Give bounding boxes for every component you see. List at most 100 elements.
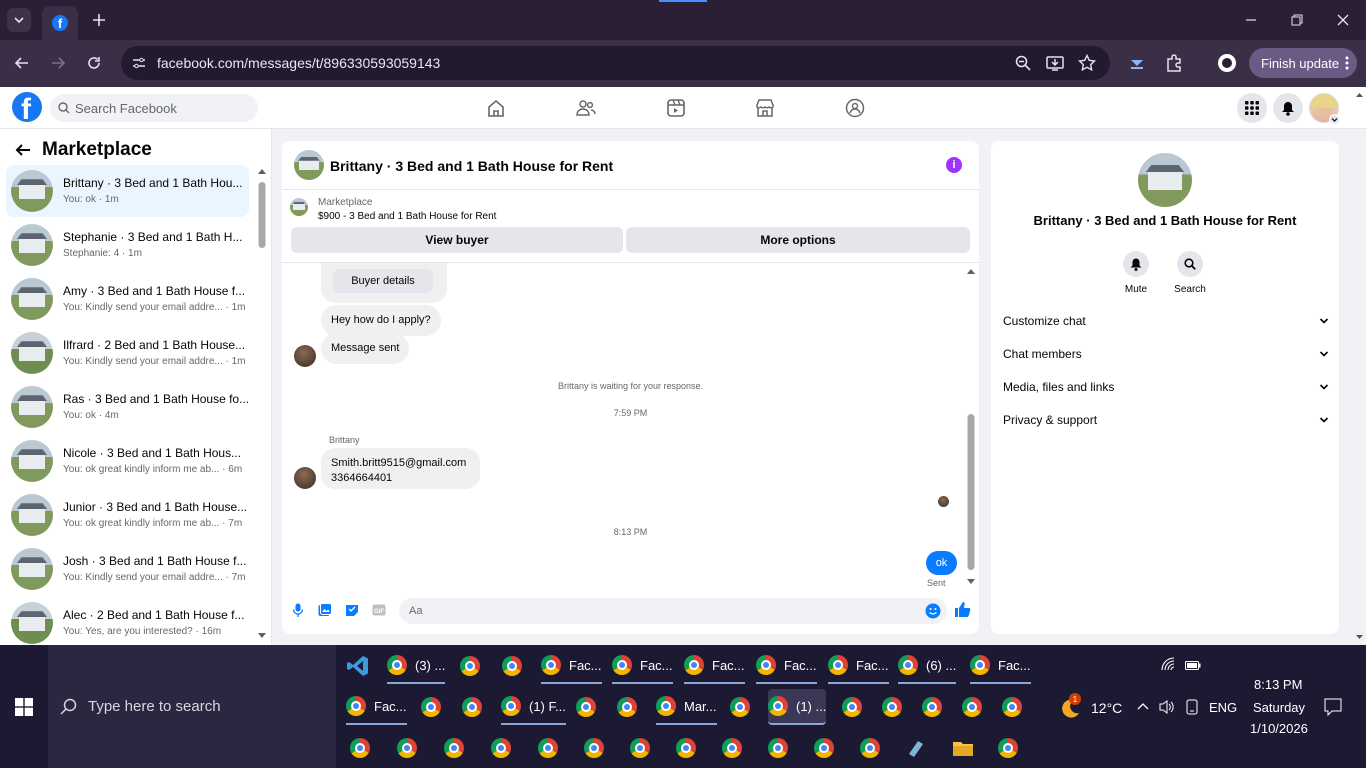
taskbar-chrome-window[interactable] [502, 648, 522, 684]
taskbar-chrome-window[interactable]: Fac... [684, 648, 745, 684]
install-app-icon[interactable] [1046, 54, 1064, 72]
file-explorer-taskbar-button[interactable] [952, 730, 974, 766]
clock-time[interactable]: 8:13 PM [1254, 677, 1302, 692]
clock-day[interactable]: Saturday [1253, 700, 1305, 715]
account-chevron-icon[interactable] [1329, 114, 1340, 125]
sticker-icon[interactable] [345, 603, 359, 617]
section-media-files-links[interactable]: Media, files and links [1003, 375, 1329, 399]
taskbar-search-box[interactable]: Type here to search [48, 645, 336, 768]
taskbar-chrome-window[interactable]: Fac... [346, 689, 407, 725]
taskbar-chrome-window[interactable] [922, 689, 942, 725]
show-hidden-icons-button[interactable] [1137, 701, 1149, 713]
minimize-button[interactable] [1236, 8, 1266, 32]
search-conversation-button[interactable] [1177, 251, 1203, 277]
taskbar-chrome-window[interactable] [444, 730, 464, 766]
conversation-item-stephanie[interactable]: Stephanie · 3 Bed and 1 Bath H... Stepha… [6, 219, 249, 271]
taskbar-chrome-window[interactable]: Fac... [541, 648, 602, 684]
facebook-search-input[interactable]: Search Facebook [50, 94, 258, 122]
sidebar-scrollbar[interactable] [257, 168, 267, 640]
clock-date[interactable]: 1/10/2026 [1250, 721, 1308, 736]
groups-icon[interactable] [845, 98, 865, 118]
task-manager-taskbar-button[interactable] [906, 730, 926, 766]
like-thumb-icon[interactable] [954, 601, 971, 618]
chat-title[interactable]: Brittany · 3 Bed and 1 Bath House for Re… [330, 158, 613, 174]
taskbar-chrome-window[interactable] [421, 689, 441, 725]
info-icon[interactable]: i [946, 157, 962, 173]
close-window-button[interactable] [1328, 8, 1358, 32]
weather-widget[interactable]: 1 [1059, 693, 1081, 719]
buyer-details-button[interactable]: Buyer details [333, 269, 433, 293]
conversation-item-ilfrard[interactable]: Ilfrard · 2 Bed and 1 Bath House... You:… [6, 327, 249, 379]
taskbar-chrome-window[interactable] [630, 730, 650, 766]
taskbar-chrome-window[interactable] [882, 689, 902, 725]
taskbar-chrome-window[interactable] [1002, 689, 1022, 725]
restore-button[interactable] [1282, 8, 1312, 32]
emoji-icon[interactable] [925, 603, 941, 619]
reload-button[interactable] [82, 52, 106, 74]
taskbar-chrome-window[interactable] [676, 730, 696, 766]
taskbar-chrome-window[interactable] [460, 648, 480, 684]
start-button[interactable] [0, 645, 48, 768]
profile-icon[interactable] [1217, 53, 1237, 73]
conversation-item-junior[interactable]: Junior · 3 Bed and 1 Bath House... You: … [6, 489, 249, 541]
conversation-item-alec[interactable]: Alec · 2 Bed and 1 Bath House f... You: … [6, 597, 249, 645]
friends-icon[interactable] [576, 98, 596, 118]
taskbar-chrome-window[interactable]: Fac... [756, 648, 817, 684]
language-indicator[interactable]: ENG [1209, 700, 1237, 715]
browser-tab-facebook[interactable]: f [42, 6, 78, 40]
taskbar-chrome-window[interactable] [722, 730, 742, 766]
gif-icon[interactable]: GIF [372, 603, 386, 617]
home-icon[interactable] [486, 98, 506, 118]
sender-avatar[interactable] [294, 345, 316, 367]
taskbar-chrome-window[interactable] [397, 730, 417, 766]
finish-update-button[interactable]: Finish update [1249, 48, 1357, 78]
conversation-item-amy[interactable]: Amy · 3 Bed and 1 Bath House f... You: K… [6, 273, 249, 325]
sender-avatar[interactable] [294, 467, 316, 489]
taskbar-chrome-window[interactable] [962, 689, 982, 725]
address-bar[interactable]: facebook.com/messages/t/896330593059143 [121, 46, 1110, 80]
taskbar-chrome-window[interactable] [491, 730, 511, 766]
microphone-icon[interactable] [291, 603, 305, 617]
taskbar-chrome-window[interactable] [860, 730, 880, 766]
new-tab-button[interactable] [88, 9, 110, 31]
conversation-item-brittany[interactable]: Brittany · 3 Bed and 1 Bath Hou... You: … [6, 165, 249, 217]
page-scrollbar[interactable] [1353, 88, 1366, 644]
mute-action[interactable]: Mute [1106, 251, 1166, 295]
conversation-item-nicole[interactable]: Nicole · 3 Bed and 1 Bath Hous... You: o… [6, 435, 249, 487]
menu-button[interactable] [1237, 93, 1267, 123]
taskbar-chrome-window[interactable] [462, 689, 482, 725]
taskbar-chrome-window[interactable] [730, 689, 750, 725]
view-buyer-button[interactable]: View buyer [291, 227, 623, 253]
taskbar-chrome-window[interactable] [814, 730, 834, 766]
notifications-button[interactable] [1273, 93, 1303, 123]
conversation-item-josh[interactable]: Josh · 3 Bed and 1 Bath House f... You: … [6, 543, 249, 595]
taskbar-chrome-window[interactable]: (1) F... [501, 689, 566, 725]
battery-icon[interactable] [1185, 659, 1201, 671]
chat-avatar[interactable] [294, 150, 324, 180]
bookmark-star-icon[interactable] [1078, 54, 1096, 72]
tab-search-button[interactable] [7, 8, 31, 32]
taskbar-chrome-window[interactable]: Fac... [828, 648, 889, 684]
message-input[interactable]: Aa [399, 598, 947, 624]
taskbar-chrome-window[interactable] [617, 689, 637, 725]
taskbar-chrome-window[interactable]: (6) ... [898, 648, 957, 684]
site-settings-icon[interactable] [131, 55, 147, 71]
taskbar-chrome-window[interactable] [350, 730, 370, 766]
taskbar-chrome-window[interactable]: Fac... [970, 648, 1031, 684]
taskbar-chrome-window[interactable]: (1) ... [768, 689, 827, 725]
downloads-icon[interactable] [1127, 53, 1147, 73]
search-action[interactable]: Search [1160, 251, 1220, 295]
volume-icon[interactable] [1159, 699, 1176, 715]
marketplace-icon[interactable] [755, 98, 775, 118]
taskbar-chrome-window[interactable]: Fac... [612, 648, 673, 684]
photo-icon[interactable] [318, 603, 332, 617]
more-options-button[interactable]: More options [626, 227, 970, 253]
section-privacy-support[interactable]: Privacy & support [1003, 408, 1329, 432]
listing-title[interactable]: $900 - 3 Bed and 1 Bath House for Rent [318, 211, 496, 222]
more-vertical-icon[interactable] [1345, 56, 1349, 70]
network-icon[interactable] [1161, 657, 1175, 671]
forward-button[interactable] [46, 52, 70, 74]
taskbar-chrome-window[interactable] [768, 730, 788, 766]
message-phone[interactable]: 3364664401 [331, 471, 470, 486]
taskbar-chrome-window[interactable] [576, 689, 596, 725]
